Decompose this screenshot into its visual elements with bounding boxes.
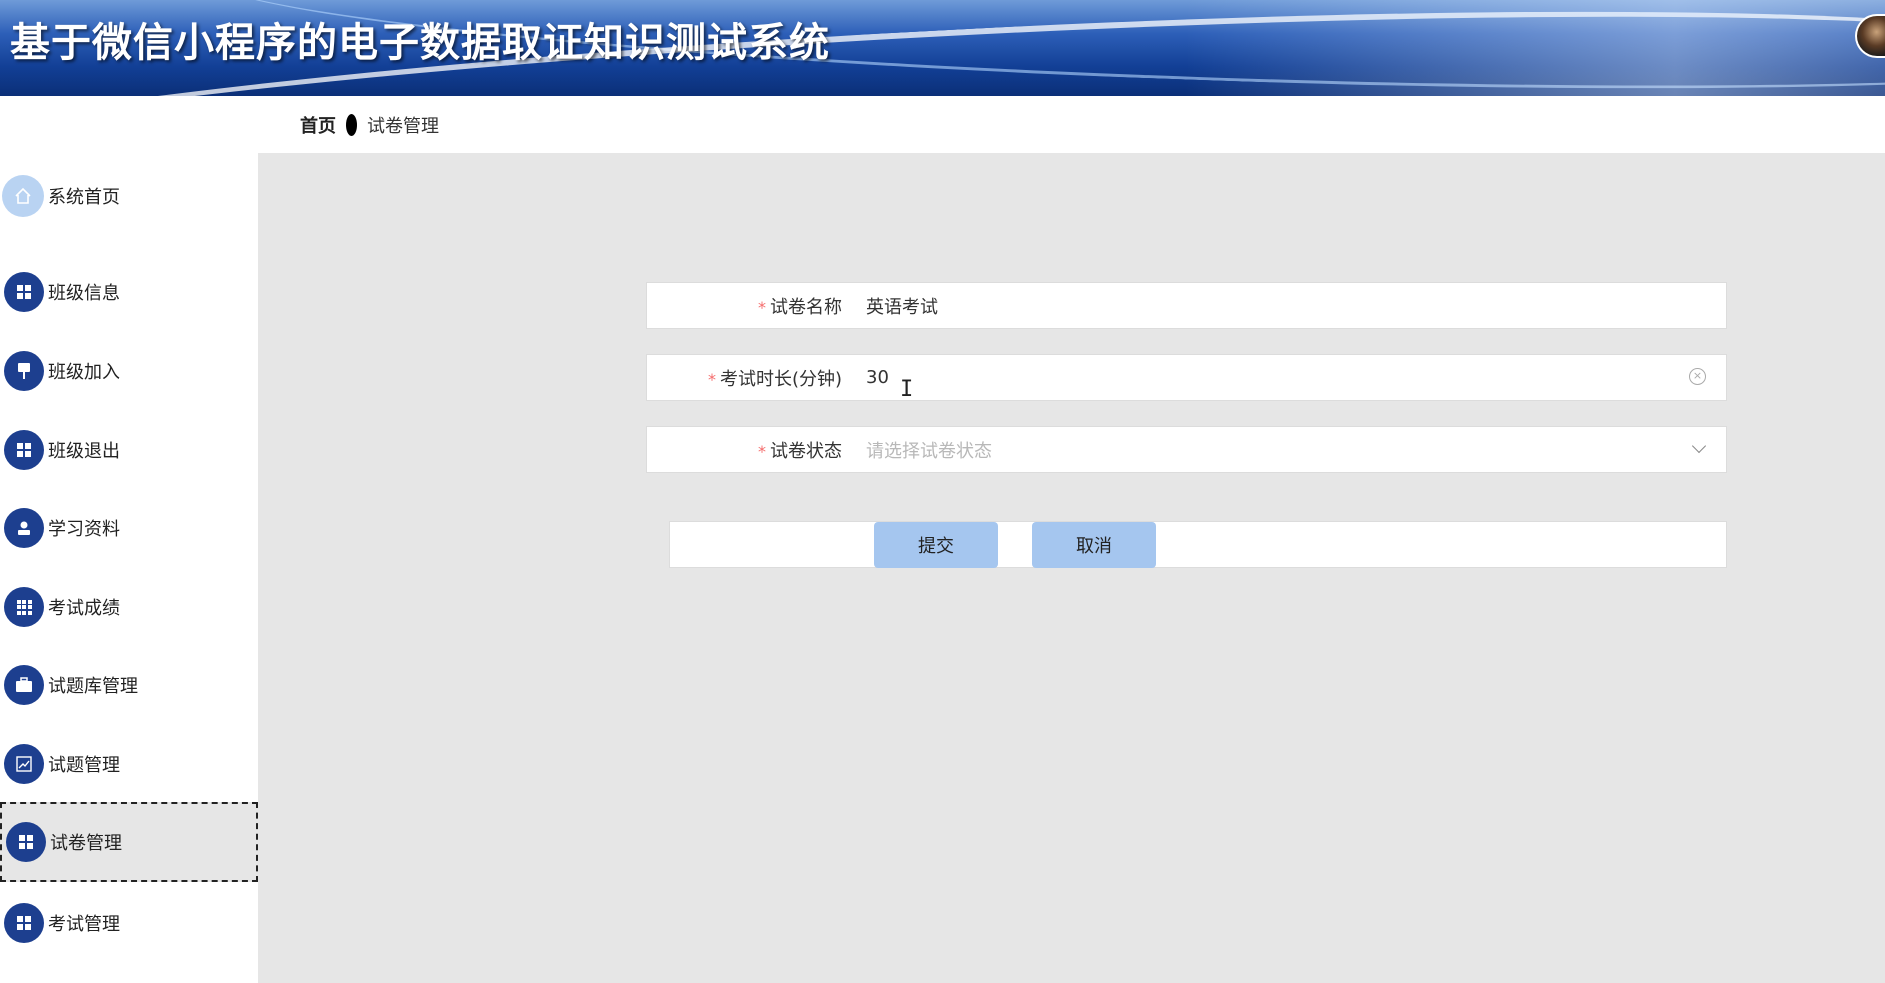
status-select[interactable]: 请选择试卷状态 [866, 437, 1726, 463]
sidebar-item-label: 学习资料 [48, 519, 120, 540]
grid-icon [6, 822, 46, 862]
sidebar-item-label: 系统首页 [48, 187, 120, 208]
table-icon [4, 587, 44, 627]
clear-icon[interactable]: × [1689, 368, 1706, 385]
paper-name-row: * 试卷名称 英语考试 [646, 282, 1727, 329]
breadcrumb-current: 试卷管理 [367, 115, 439, 137]
cancel-button[interactable]: 取消 [1032, 522, 1156, 568]
sidebar-item-class-info[interactable]: 班级信息 [0, 252, 258, 332]
sidebar-item-questions[interactable]: 试题管理 [0, 724, 258, 804]
app-title: 基于微信小程序的电子数据取证知识测试系统 [10, 20, 830, 66]
breadcrumb-separator-icon [346, 113, 357, 136]
sidebar-item-label: 班级退出 [48, 441, 120, 462]
sidebar-item-papers[interactable]: 试卷管理 [0, 802, 258, 882]
sidebar-item-class-join[interactable]: 班级加入 [0, 331, 258, 411]
sidebar-item-class-exit[interactable]: 班级退出 [0, 410, 258, 490]
home-icon [2, 175, 44, 217]
breadcrumb: 首页 试卷管理 [258, 96, 1885, 153]
sidebar-item-label: 班级信息 [48, 283, 120, 304]
duration-label: * 考试时长(分钟) [707, 368, 842, 390]
duration-input[interactable]: 30 [866, 367, 1726, 388]
person-icon [4, 508, 44, 548]
sidebar-item-label: 班级加入 [48, 362, 120, 383]
form-actions: 提交 取消 [669, 521, 1727, 568]
sidebar-item-label: 试卷管理 [50, 833, 122, 854]
sidebar-item-question-bank[interactable]: 试题库管理 [0, 645, 258, 725]
flag-icon [4, 351, 44, 391]
breadcrumb-home[interactable]: 首页 [300, 112, 336, 138]
sidebar-item-label: 试题管理 [48, 755, 120, 776]
paper-name-label: * 试卷名称 [758, 296, 842, 318]
duration-row: * 考试时长(分钟) 30 × [646, 354, 1727, 401]
chart-icon [4, 744, 44, 784]
sidebar-item-label: 考试成绩 [48, 598, 120, 619]
sidebar-item-materials[interactable]: 学习资料 [0, 488, 258, 568]
submit-button[interactable]: 提交 [874, 522, 998, 568]
grid-icon [4, 272, 44, 312]
sidebar-item-exams[interactable]: 考试管理 [0, 883, 258, 963]
status-row: * 试卷状态 请选择试卷状态 [646, 426, 1727, 473]
sidebar: 系统首页 班级信息 班级加入 班级退出 学习资料 考试成绩 试题库管理 试题管理 [0, 96, 258, 983]
briefcase-icon [4, 665, 44, 705]
sidebar-item-scores[interactable]: 考试成绩 [0, 567, 258, 647]
sidebar-item-label: 考试管理 [48, 914, 120, 935]
app-header: 基于微信小程序的电子数据取证知识测试系统 [0, 0, 1885, 96]
grid-icon [4, 903, 44, 943]
header-decoration [1185, 0, 1885, 96]
text-cursor-icon: I [900, 377, 914, 402]
sidebar-item-home[interactable]: 系统首页 [0, 156, 258, 236]
paper-name-input[interactable]: 英语考试 [866, 293, 1726, 319]
status-label: * 试卷状态 [758, 440, 842, 462]
sidebar-item-label: 试题库管理 [48, 676, 138, 697]
grid-icon [4, 430, 44, 470]
